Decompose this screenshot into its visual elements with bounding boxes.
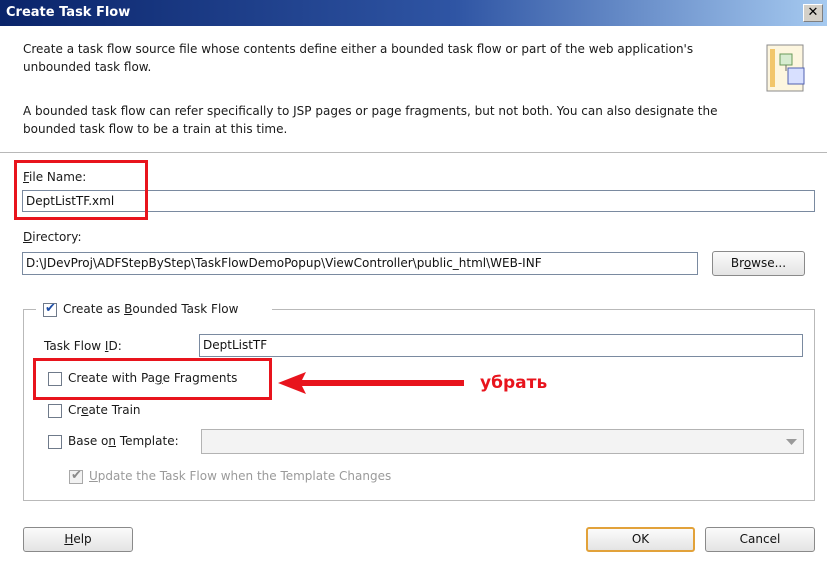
check-icon: ✔ — [71, 468, 82, 483]
check-icon: ✔ — [45, 301, 56, 316]
create-bounded-label: Create as Bounded Task Flow — [63, 302, 239, 316]
create-train-label: Create Train — [68, 403, 141, 417]
header-separator — [0, 152, 827, 153]
directory-input[interactable]: D:\JDevProj\ADFStepByStep\TaskFlowDemoPo… — [22, 252, 698, 275]
base-on-template-label: Base on Template: — [68, 434, 179, 448]
update-task-flow-checkbox[interactable]: ✔ — [69, 468, 83, 484]
ok-button[interactable]: OK — [586, 527, 695, 552]
annotation-arrow-icon — [278, 372, 464, 394]
update-task-flow-label: Update the Task Flow when the Template C… — [89, 469, 392, 483]
base-on-template-checkbox[interactable] — [48, 435, 62, 449]
description-paragraph-2: A bounded task flow can refer specifical… — [23, 104, 718, 136]
close-button[interactable]: ✕ — [803, 4, 823, 22]
template-select[interactable] — [201, 429, 804, 454]
annotation-text: убрать — [480, 373, 548, 393]
close-icon: ✕ — [807, 5, 819, 20]
window-title: Create Task Flow — [6, 5, 131, 20]
page-fragments-highlight-box — [33, 358, 272, 400]
task-flow-wizard-icon — [766, 44, 805, 92]
create-bounded-checkbox[interactable]: ✔ — [43, 301, 57, 317]
chevron-down-icon — [786, 439, 797, 445]
help-button[interactable]: Help — [23, 527, 133, 552]
directory-label: Directory: — [23, 230, 82, 244]
browse-button[interactable]: Browse... — [712, 251, 805, 276]
task-flow-id-label: Task Flow ID: — [44, 339, 122, 353]
file-name-highlight-box — [14, 160, 148, 220]
create-train-checkbox[interactable] — [48, 404, 62, 418]
title-bar: Create Task Flow — [0, 0, 827, 26]
cancel-button[interactable]: Cancel — [705, 527, 815, 552]
description-paragraph-1: Create a task flow source file whose con… — [23, 42, 694, 74]
task-flow-id-input[interactable]: DeptListTF — [199, 334, 803, 357]
